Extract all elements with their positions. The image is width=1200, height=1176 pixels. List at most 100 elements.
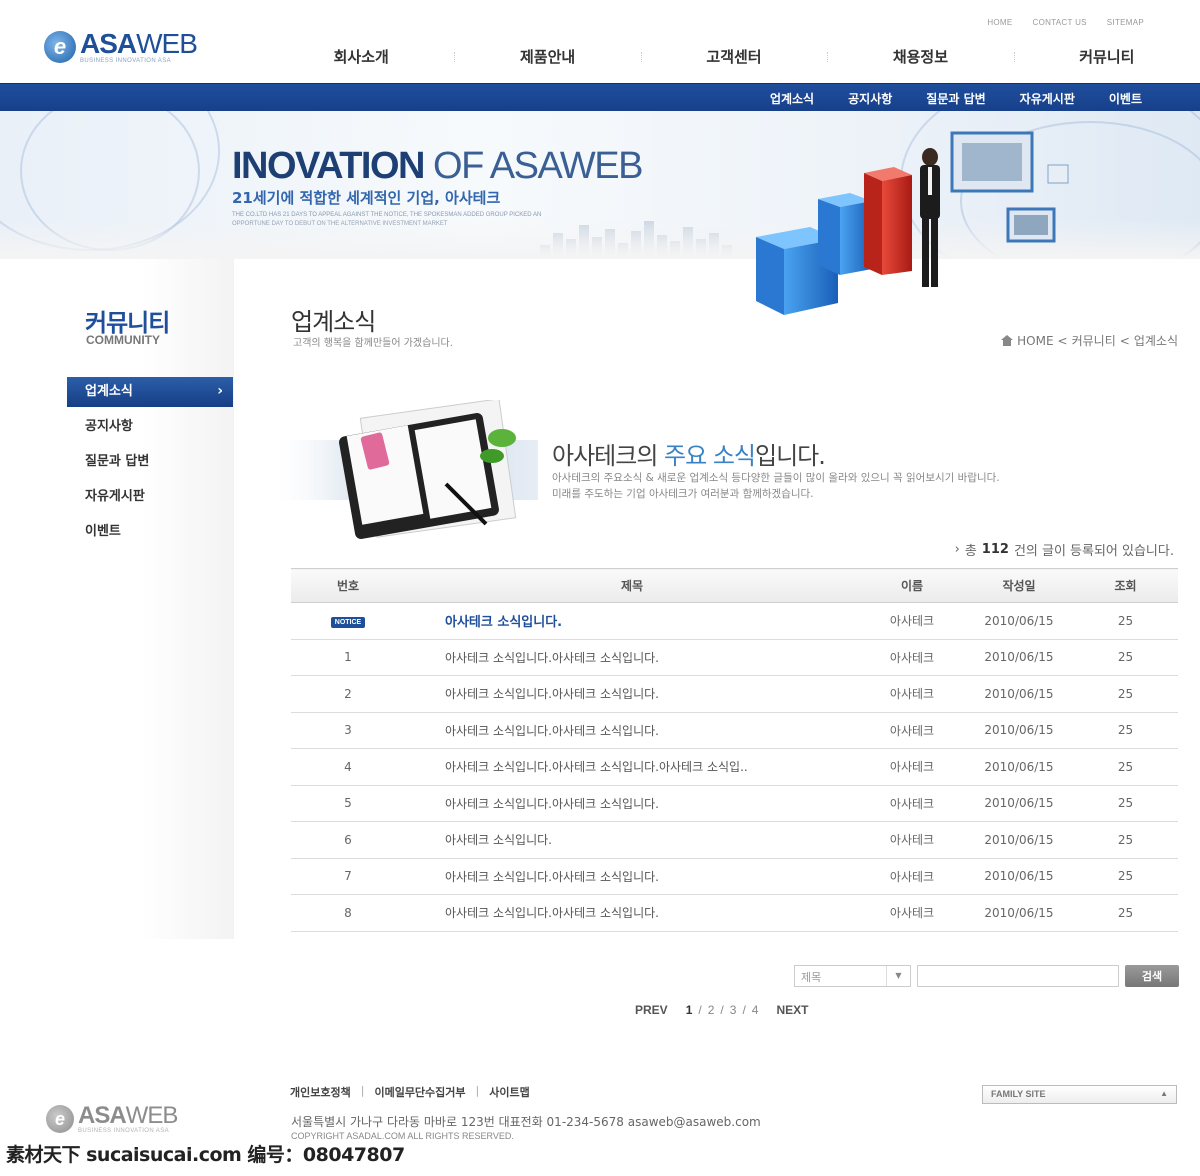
row-title-link[interactable]: 아사테크 소식입니다.아사테크 소식입니다. [405, 785, 859, 822]
pager-prev[interactable]: PREV [635, 1003, 668, 1017]
row-name: 아사테크 [859, 602, 965, 640]
breadcrumb-home[interactable]: HOME [1017, 334, 1053, 348]
sub-nav-qna[interactable]: 질문과 답변 [926, 90, 985, 107]
sidebar-item-free-board[interactable]: 자유게시판 [67, 482, 233, 512]
banner-title: INOVATION OF ASAWEB [232, 145, 643, 187]
growth-bars-graphic [756, 131, 1069, 315]
chevron-right-icon: › [954, 542, 960, 557]
row-no: 5 [291, 785, 405, 822]
row-title-link[interactable]: 아사테크 소식입니다.아사테크 소식입니다. [405, 712, 859, 749]
row-no: 7 [291, 858, 405, 895]
top-link-contact[interactable]: CONTACT US [1033, 18, 1087, 27]
sub-nav-free-board[interactable]: 자유게시판 [1020, 90, 1075, 107]
row-title-link[interactable]: 아사테크 소식입니다. [405, 821, 859, 859]
chevron-left-icon: < [1057, 333, 1068, 348]
footer-link-privacy[interactable]: 개인보호정책 [290, 1084, 351, 1100]
row-no: 2 [291, 675, 405, 713]
sub-nav-industry-news[interactable]: 업계소식 [770, 90, 814, 107]
intro-description: 아사테크의 주요소식 & 새로운 업계소식 등다양한 글들이 많이 올라와 있으… [552, 472, 1000, 500]
row-views: 25 [1073, 639, 1178, 676]
row-title-link[interactable]: 아사테크 소식입니다.아사테크 소식입니다. [405, 675, 859, 713]
row-title-link[interactable]: 아사테크 소식입니다.아사테크 소식입니다. [405, 894, 859, 932]
pager-next[interactable]: NEXT [776, 1003, 808, 1017]
page-title: 업계소식 [291, 308, 376, 336]
row-date: 2010/06/15 [965, 858, 1073, 895]
col-header-no: 번호 [291, 568, 405, 603]
row-name: 아사테크 [859, 821, 965, 859]
watermark-text: 素材天下 sucaisucai.com 编号：08047807 [6, 1144, 405, 1166]
breadcrumb-current: 업계소식 [1133, 334, 1178, 348]
left-sidebar: 커뮤니티 COMMUNITY 업계소식 공지사항 질문과 답변 자유게시판 이벤… [0, 259, 234, 939]
table-row[interactable]: 4 아사테크 소식입니다.아사테크 소식입니다.아사테크 소식입.. 아사테크 … [291, 748, 1178, 786]
sidebar-menu: 업계소식 공지사항 질문과 답변 자유게시판 이벤트 [67, 376, 233, 552]
footer-link-sitemap[interactable]: 사이트맵 [489, 1084, 529, 1100]
row-title-link[interactable]: 아사테크 소식입니다.아사테크 소식입니다. [405, 858, 859, 895]
main-nav-support[interactable]: 고객센터 [640, 46, 827, 67]
row-views: 25 [1073, 785, 1178, 822]
sidebar-item-industry-news[interactable]: 업계소식 [67, 376, 233, 407]
main-nav-community[interactable]: 커뮤니티 [1013, 46, 1200, 67]
breadcrumb-community[interactable]: 커뮤니티 [1072, 332, 1116, 349]
search-button[interactable]: 검색 [1125, 965, 1179, 987]
news-board-table: 번호 제목 이름 작성일 조회 NOTICE 아사테크 소식입니다. 아사테크 … [291, 568, 1178, 932]
col-header-date: 작성일 [965, 568, 1073, 603]
top-link-home[interactable]: HOME [987, 18, 1012, 27]
top-link-sitemap[interactable]: SITEMAP [1107, 18, 1144, 27]
search-input[interactable] [917, 965, 1119, 987]
row-name: 아사테크 [859, 712, 965, 749]
row-no: 4 [291, 748, 405, 786]
footer-address: 서울특별시 가나구 다라동 마바로 123번 대표전화 01-234-5678 … [291, 1115, 761, 1129]
row-date: 2010/06/15 [965, 894, 1073, 932]
main-nav-company[interactable]: 회사소개 [268, 46, 454, 67]
table-row[interactable]: 3 아사테크 소식입니다.아사테크 소식입니다. 아사테크 2010/06/15… [291, 712, 1178, 749]
sidebar-item-qna[interactable]: 질문과 답변 [67, 447, 233, 477]
total-count-line: › 총 112 건의 글이 등록되어 있습니다. [954, 542, 1174, 559]
col-header-name: 이름 [859, 568, 965, 603]
page-2[interactable]: 2 [708, 1003, 715, 1017]
breadcrumb: HOME < 커뮤니티 < 업계소식 [1001, 332, 1178, 349]
site-logo[interactable]: e ASAWEB BUSINESS INNOVATION ASA [44, 30, 198, 64]
page-3[interactable]: 3 [730, 1003, 737, 1017]
footer-logo: e ASAWEB BUSINESS INNOVATION ASA [46, 1104, 178, 1134]
main-nav: 회사소개 제품안내 고객센터 채용정보 커뮤니티 [268, 46, 1200, 67]
row-no: 1 [291, 639, 405, 676]
table-row[interactable]: 5 아사테크 소식입니다.아사테크 소식입니다. 아사테크 2010/06/15… [291, 785, 1178, 822]
row-date: 2010/06/15 [965, 821, 1073, 859]
row-title-link[interactable]: 아사테크 소식입니다.아사테크 소식입니다. [405, 639, 859, 676]
row-date: 2010/06/15 [965, 675, 1073, 713]
table-row[interactable]: 2 아사테크 소식입니다.아사테크 소식입니다. 아사테크 2010/06/15… [291, 675, 1178, 713]
row-title-link[interactable]: 아사테크 소식입니다.아사테크 소식입니다.아사테크 소식입.. [405, 748, 859, 786]
row-date: 2010/06/15 [965, 712, 1073, 749]
row-views: 25 [1073, 602, 1178, 640]
table-row[interactable]: 7 아사테크 소식입니다.아사테크 소식입니다. 아사테크 2010/06/15… [291, 858, 1178, 895]
total-count: 112 [981, 542, 1009, 557]
page-4[interactable]: 4 [752, 1003, 759, 1017]
planner-illustration [276, 400, 538, 539]
row-views: 25 [1073, 748, 1178, 786]
sidebar-subtitle: COMMUNITY [86, 333, 160, 347]
banner-subtitle: 21세기에 적합한 세계적인 기업, 아사테크 [232, 189, 501, 207]
sub-nav-events[interactable]: 이벤트 [1109, 90, 1142, 107]
main-nav-products[interactable]: 제품안내 [454, 46, 640, 67]
logo-e-icon: e [46, 1105, 74, 1133]
sidebar-item-events[interactable]: 이벤트 [67, 517, 233, 547]
table-row[interactable]: 8 아사테크 소식입니다.아사테크 소식입니다. 아사테크 2010/06/15… [291, 894, 1178, 932]
table-row[interactable]: 1 아사테크 소식입니다.아사테크 소식입니다. 아사테크 2010/06/15… [291, 639, 1178, 676]
row-no: 6 [291, 821, 405, 859]
sub-nav-notices[interactable]: 공지사항 [848, 90, 892, 107]
table-row[interactable]: 6 아사테크 소식입니다. 아사테크 2010/06/15 25 [291, 821, 1178, 859]
row-date: 2010/06/15 [965, 748, 1073, 786]
main-nav-careers[interactable]: 채용정보 [827, 46, 1013, 67]
row-date: 2010/06/15 [965, 639, 1073, 676]
footer-link-email-policy[interactable]: 이메일무단수집거부 [374, 1084, 465, 1100]
row-date: 2010/06/15 [965, 602, 1073, 640]
search-field-select[interactable]: 제목 ▼ [794, 965, 911, 987]
logo-tagline: BUSINESS INNOVATION ASA [80, 58, 171, 64]
row-name: 아사테크 [859, 894, 965, 932]
family-site-select[interactable]: FAMILY SITE ▲ [982, 1085, 1177, 1104]
table-row-notice[interactable]: NOTICE 아사테크 소식입니다. 아사테크 2010/06/15 25 [291, 602, 1178, 640]
page-1[interactable]: 1 [686, 1003, 693, 1017]
row-title-link[interactable]: 아사테크 소식입니다. [405, 602, 859, 640]
notice-badge: NOTICE [330, 617, 366, 629]
sidebar-item-notices[interactable]: 공지사항 [67, 412, 233, 442]
